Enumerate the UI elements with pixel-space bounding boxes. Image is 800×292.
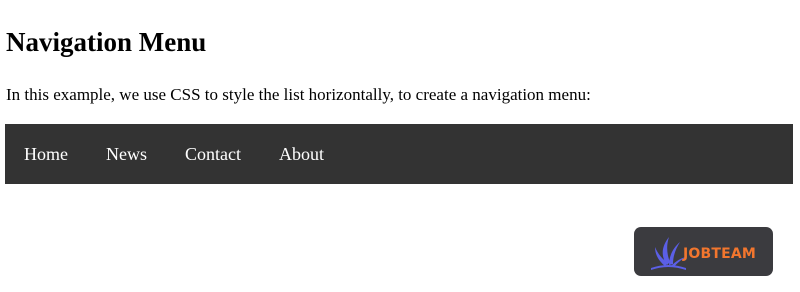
jobteam-brand-text: JOBTEAM [683, 245, 757, 262]
nav-item-home: Home [5, 124, 87, 184]
nav-link-contact[interactable]: Contact [166, 124, 260, 184]
nav-link-news[interactable]: News [87, 124, 166, 184]
nav-item-news: News [87, 124, 166, 184]
page-title: Navigation Menu [6, 27, 207, 57]
jobteam-watermark: JOBTEAM [634, 227, 773, 276]
nav-item-contact: Contact [166, 124, 260, 184]
navigation-menu: Home News Contact About [5, 124, 793, 184]
nav-link-about[interactable]: About [260, 124, 343, 184]
intro-paragraph: In this example, we use CSS to style the… [6, 85, 591, 104]
nav-item-about: About [260, 124, 343, 184]
nav-link-home[interactable]: Home [5, 124, 87, 184]
